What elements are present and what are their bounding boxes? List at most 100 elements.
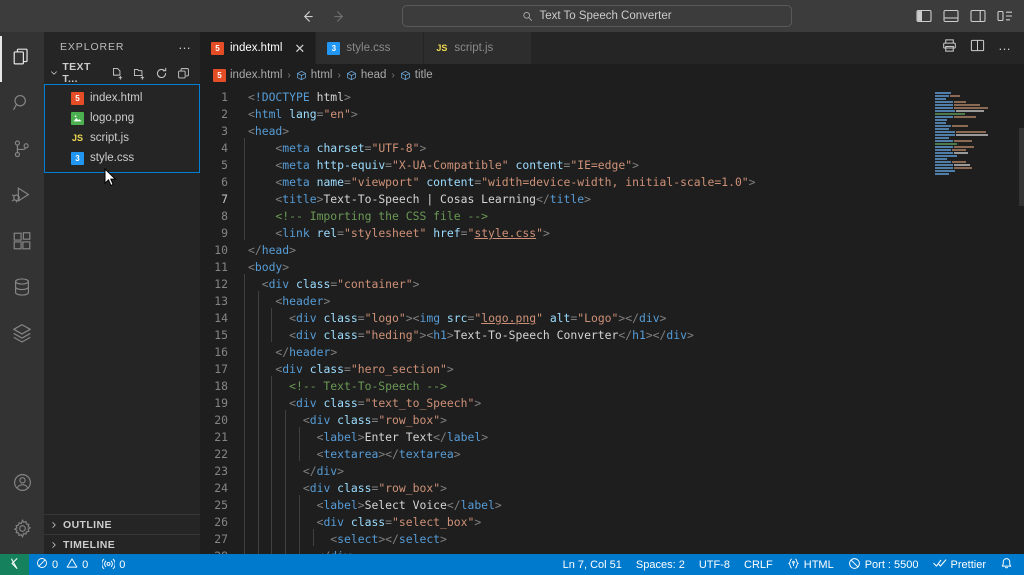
minimap-segment xyxy=(935,110,955,112)
extensions-icon xyxy=(11,230,33,257)
line-content: <meta name="viewport" content="width=dev… xyxy=(244,174,756,191)
folder-section-header[interactable]: TEXT T... xyxy=(44,62,200,84)
file-item-script-js[interactable]: JS script.js xyxy=(45,128,199,148)
status-prettier[interactable]: Prettier xyxy=(926,554,993,575)
file-item-style-css[interactable]: 3 style.css xyxy=(45,148,199,168)
code-line[interactable]: 17 <div class="hero_section"> xyxy=(200,361,925,378)
status-notifications[interactable] xyxy=(993,554,1024,575)
code-line[interactable]: 21 <label>Enter Text</label> xyxy=(200,429,925,446)
code-line[interactable]: 28 </div> xyxy=(200,548,925,554)
code-line[interactable]: 14 <div class="logo"><img src="logo.png"… xyxy=(200,310,925,327)
token-str: "en" xyxy=(323,107,350,121)
activity-item-search[interactable] xyxy=(0,82,44,128)
line-content: <!DOCTYPE html> xyxy=(244,89,351,106)
token-punc: < xyxy=(248,107,255,121)
minimap-segment xyxy=(935,131,955,133)
code-line[interactable]: 26 <div class="select_box"> xyxy=(200,514,925,531)
collapse-all-icon[interactable] xyxy=(176,66,191,81)
code-line[interactable]: 11<body> xyxy=(200,259,925,276)
file-item-index-html[interactable]: 5 index.html xyxy=(45,88,199,108)
code-line[interactable]: 18 <!-- Text-To-Speech --> xyxy=(200,378,925,395)
tab-script-js[interactable]: JS script.js xyxy=(424,32,532,64)
tab-index-html[interactable]: 5 index.html ✕ xyxy=(200,32,316,64)
status-ports[interactable]: 0 xyxy=(95,554,132,575)
code-line[interactable]: 25 <label>Select Voice</label> xyxy=(200,497,925,514)
code-line[interactable]: 27 <select></select> xyxy=(200,531,925,548)
activity-item-explorer[interactable] xyxy=(0,36,44,82)
print-icon[interactable] xyxy=(942,38,957,58)
token-attr: class xyxy=(310,362,344,376)
code-line[interactable]: 23 </div> xyxy=(200,463,925,480)
html-file-icon: 5 xyxy=(211,42,224,55)
status-eol[interactable]: CRLF xyxy=(737,554,780,575)
refresh-icon[interactable] xyxy=(154,66,169,81)
code-line[interactable]: 1<!DOCTYPE html> xyxy=(200,89,925,106)
close-icon[interactable]: ✕ xyxy=(294,42,305,55)
status-problems-errors[interactable]: 0 0 xyxy=(29,554,95,575)
status-indentation[interactable]: Spaces: 2 xyxy=(629,554,692,575)
toggle-secondary-sidebar-icon[interactable] xyxy=(970,9,986,23)
new-folder-icon[interactable] xyxy=(132,66,147,81)
code-line[interactable]: 5 <meta http-equiv="X-UA-Compatible" con… xyxy=(200,157,925,174)
minimap-segment xyxy=(952,149,966,151)
new-file-icon[interactable] xyxy=(110,66,125,81)
token-attr: content xyxy=(515,158,563,172)
code-line[interactable]: 13 <header> xyxy=(200,293,925,310)
activity-item-layers[interactable] xyxy=(0,312,44,358)
token-attr: lang xyxy=(289,107,316,121)
status-editor-position[interactable]: Ln 7, Col 51 xyxy=(556,554,629,575)
code-line[interactable]: 16 </header> xyxy=(200,344,925,361)
code-line[interactable]: 24 <div class="row_box"> xyxy=(200,480,925,497)
breadcrumb-item-head[interactable]: head xyxy=(346,69,387,81)
code-line[interactable]: 3<head> xyxy=(200,123,925,140)
code-line[interactable]: 6 <meta name="viewport" content="width=d… xyxy=(200,174,925,191)
activity-item-database[interactable] xyxy=(0,266,44,312)
code-line[interactable]: 2<html lang="en"> xyxy=(200,106,925,123)
eol-label: CRLF xyxy=(744,559,773,571)
status-live-server-port[interactable]: Port : 5500 xyxy=(841,554,926,575)
more-actions-icon[interactable]: … xyxy=(998,39,1012,57)
breadcrumb-item-html[interactable]: html xyxy=(296,69,333,81)
customize-layout-icon[interactable] xyxy=(997,9,1013,23)
more-actions-icon[interactable]: … xyxy=(178,38,192,56)
code-line[interactable]: 20 <div class="row_box"> xyxy=(200,412,925,429)
token-str: "row_box" xyxy=(378,413,440,427)
code-line[interactable]: 10</head> xyxy=(200,242,925,259)
minimap-segment xyxy=(956,131,986,133)
file-tree-empty-space xyxy=(44,173,200,514)
remote-window-indicator[interactable] xyxy=(0,554,29,575)
code-lines[interactable]: 1<!DOCTYPE html>2<html lang="en">3<head>… xyxy=(200,86,925,554)
activity-item-manage[interactable] xyxy=(0,508,44,554)
command-center-search[interactable]: Text To Speech Converter xyxy=(402,5,792,27)
minimap-line xyxy=(935,101,1024,103)
split-editor-icon[interactable] xyxy=(970,38,985,58)
outline-panel-header[interactable]: OUTLINE xyxy=(44,514,200,534)
activity-item-run-and-debug[interactable] xyxy=(0,174,44,220)
activity-item-extensions[interactable] xyxy=(0,220,44,266)
code-line[interactable]: 4 <meta charset="UTF-8"> xyxy=(200,140,925,157)
code-line[interactable]: 12 <div class="container"> xyxy=(200,276,925,293)
code-editor[interactable]: 1<!DOCTYPE html>2<html lang="en">3<head>… xyxy=(200,86,1024,554)
minimap[interactable] xyxy=(925,86,1024,554)
line-number: 26 xyxy=(200,514,244,531)
code-line[interactable]: 15 <div class="heding"><h1>Text-To-Speec… xyxy=(200,327,925,344)
code-line[interactable]: 8 <!-- Importing the CSS file --> xyxy=(200,208,925,225)
activity-item-accounts[interactable] xyxy=(0,462,44,508)
breadcrumb-item-title[interactable]: title xyxy=(400,69,433,81)
code-line[interactable]: 22 <textarea></textarea> xyxy=(200,446,925,463)
activity-item-source-control[interactable] xyxy=(0,128,44,174)
toggle-panel-icon[interactable] xyxy=(943,9,959,23)
status-language-mode[interactable]: HTML xyxy=(780,554,841,575)
toggle-primary-sidebar-icon[interactable] xyxy=(916,9,932,23)
tab-style-css[interactable]: 3 style.css xyxy=(316,32,424,64)
timeline-panel-header[interactable]: TIMELINE xyxy=(44,534,200,554)
code-line[interactable]: 9 <link rel="stylesheet" href="style.css… xyxy=(200,225,925,242)
code-line[interactable]: 7 <title>Text-To-Speech | Cosas Learning… xyxy=(200,191,925,208)
code-line[interactable]: 19 <div class="text_to_Speech"> xyxy=(200,395,925,412)
breadcrumb-item-file[interactable]: 5 index.html xyxy=(213,69,282,82)
status-encoding[interactable]: UTF-8 xyxy=(692,554,737,575)
minimap-slider[interactable] xyxy=(1019,128,1024,206)
token-attr: alt xyxy=(550,311,571,325)
line-number: 25 xyxy=(200,497,244,514)
file-item-logo-png[interactable]: logo.png xyxy=(45,108,199,128)
